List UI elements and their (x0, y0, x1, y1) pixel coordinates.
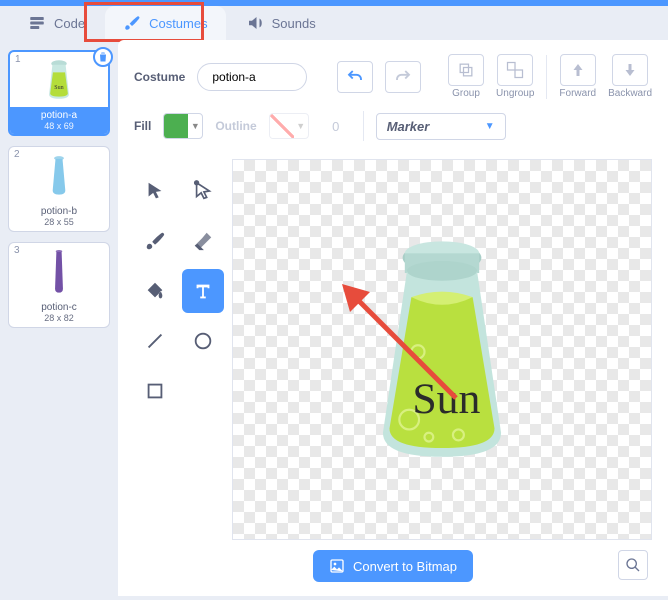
text-tool[interactable] (182, 269, 224, 313)
code-icon (28, 14, 46, 32)
fill-tool[interactable] (134, 269, 176, 313)
chevron-down-icon: ▼ (188, 114, 202, 138)
svg-text:Sun: Sun (54, 85, 63, 91)
thumb-number: 3 (14, 245, 20, 256)
undo-icon (346, 68, 364, 86)
circle-tool[interactable] (182, 319, 224, 363)
tab-code[interactable]: Code (10, 6, 103, 40)
thumb-label: potion-b 28 x 55 (10, 203, 108, 230)
tab-sounds-label: Sounds (272, 16, 316, 31)
costume-artwork: Sun (355, 233, 530, 466)
style-row: Fill ▼ Outline ▼ 0 Marker ▼ (134, 111, 652, 141)
divider (363, 111, 364, 141)
font-name: Marker (387, 119, 430, 134)
tab-bar: Code Costumes Sounds (0, 6, 668, 40)
costume-thumb[interactable]: 3 potion-c 28 x 82 (8, 242, 110, 328)
redo-button[interactable] (385, 61, 421, 93)
chevron-down-icon: ▼ (485, 121, 495, 132)
forward-button[interactable]: Forward (559, 54, 596, 99)
brush-tool[interactable] (134, 219, 176, 263)
thumb-number: 2 (14, 149, 20, 160)
tab-sounds[interactable]: Sounds (228, 6, 334, 40)
thumb-name: potion-a (10, 110, 108, 121)
group-icon (456, 60, 476, 80)
eraser-icon (192, 230, 214, 252)
costume-name-row: Costume Group Ungroup Forward (134, 54, 652, 99)
costume-thumb[interactable]: 2 potion-b 28 x 55 (8, 146, 110, 232)
thumb-label: potion-c 28 x 82 (10, 299, 108, 326)
brush-icon (123, 14, 141, 32)
costume-thumb[interactable]: 1 Sun potion-a 48 x 69 (8, 50, 110, 136)
thumb-image (13, 151, 105, 199)
square-icon (144, 380, 166, 402)
group-button[interactable]: Group (448, 54, 484, 99)
group-label: Group (452, 88, 480, 99)
thumb-image: Sun (13, 55, 105, 103)
sound-icon (246, 14, 264, 32)
thumb-dim: 28 x 82 (10, 313, 108, 323)
costume-label: Costume (134, 70, 185, 84)
trash-icon (97, 51, 109, 63)
chevron-down-icon: ▼ (294, 114, 308, 138)
reshape-tool[interactable] (182, 169, 224, 213)
zoom-icon (625, 557, 641, 573)
divider (546, 55, 547, 99)
ungroup-label: Ungroup (496, 88, 534, 99)
thumb-image (13, 247, 105, 295)
line-tool[interactable] (134, 319, 176, 363)
fill-label: Fill (134, 119, 151, 133)
delete-costume-button[interactable] (93, 47, 113, 67)
select-tool[interactable] (134, 169, 176, 213)
text-icon (192, 280, 214, 302)
outline-color-picker[interactable]: ▼ (269, 113, 309, 139)
main-area: 1 Sun potion-a 48 x 69 2 potion-b 28 x 5… (0, 40, 668, 596)
tool-palette (134, 159, 224, 540)
bucket-icon (144, 280, 166, 302)
rect-tool[interactable] (134, 369, 176, 413)
eraser-tool[interactable] (182, 219, 224, 263)
potion-text: Sun (412, 375, 480, 423)
redo-icon (394, 68, 412, 86)
line-icon (144, 330, 166, 352)
work-area: Sun (134, 159, 652, 540)
editor-footer: Convert to Bitmap (134, 540, 652, 586)
backward-button[interactable]: Backward (608, 54, 652, 99)
outline-label: Outline (215, 119, 256, 133)
outline-width: 0 (321, 119, 351, 134)
convert-label: Convert to Bitmap (353, 559, 457, 574)
thumb-name: potion-c (10, 302, 108, 313)
convert-to-bitmap-button[interactable]: Convert to Bitmap (313, 550, 473, 582)
tab-costumes[interactable]: Costumes (105, 6, 226, 40)
thumb-dim: 48 x 69 (10, 121, 108, 131)
zoom-button[interactable] (618, 550, 648, 580)
drawing-canvas[interactable]: Sun (232, 159, 652, 540)
pointer-icon (144, 180, 166, 202)
costume-sidebar: 1 Sun potion-a 48 x 69 2 potion-b 28 x 5… (0, 40, 118, 596)
forward-label: Forward (559, 88, 596, 99)
circle-icon (192, 330, 214, 352)
tab-code-label: Code (54, 16, 85, 31)
costume-name-input[interactable] (197, 63, 307, 91)
up-icon (569, 61, 587, 79)
undo-button[interactable] (337, 61, 373, 93)
thumb-dim: 28 x 55 (10, 217, 108, 227)
down-icon (621, 61, 639, 79)
editor-panel: Costume Group Ungroup Forward (118, 40, 668, 596)
thumb-label: potion-a 48 x 69 (10, 107, 108, 134)
thumb-name: potion-b (10, 206, 108, 217)
thumb-number: 1 (15, 54, 21, 65)
brush-icon (144, 230, 166, 252)
ungroup-icon (505, 60, 525, 80)
ungroup-button[interactable]: Ungroup (496, 54, 534, 99)
tab-costumes-label: Costumes (149, 16, 208, 31)
fill-color-picker[interactable]: ▼ (163, 113, 203, 139)
reshape-icon (192, 180, 214, 202)
fill-swatch (164, 114, 188, 138)
bitmap-icon (329, 558, 345, 574)
font-selector[interactable]: Marker ▼ (376, 113, 506, 140)
backward-label: Backward (608, 88, 652, 99)
